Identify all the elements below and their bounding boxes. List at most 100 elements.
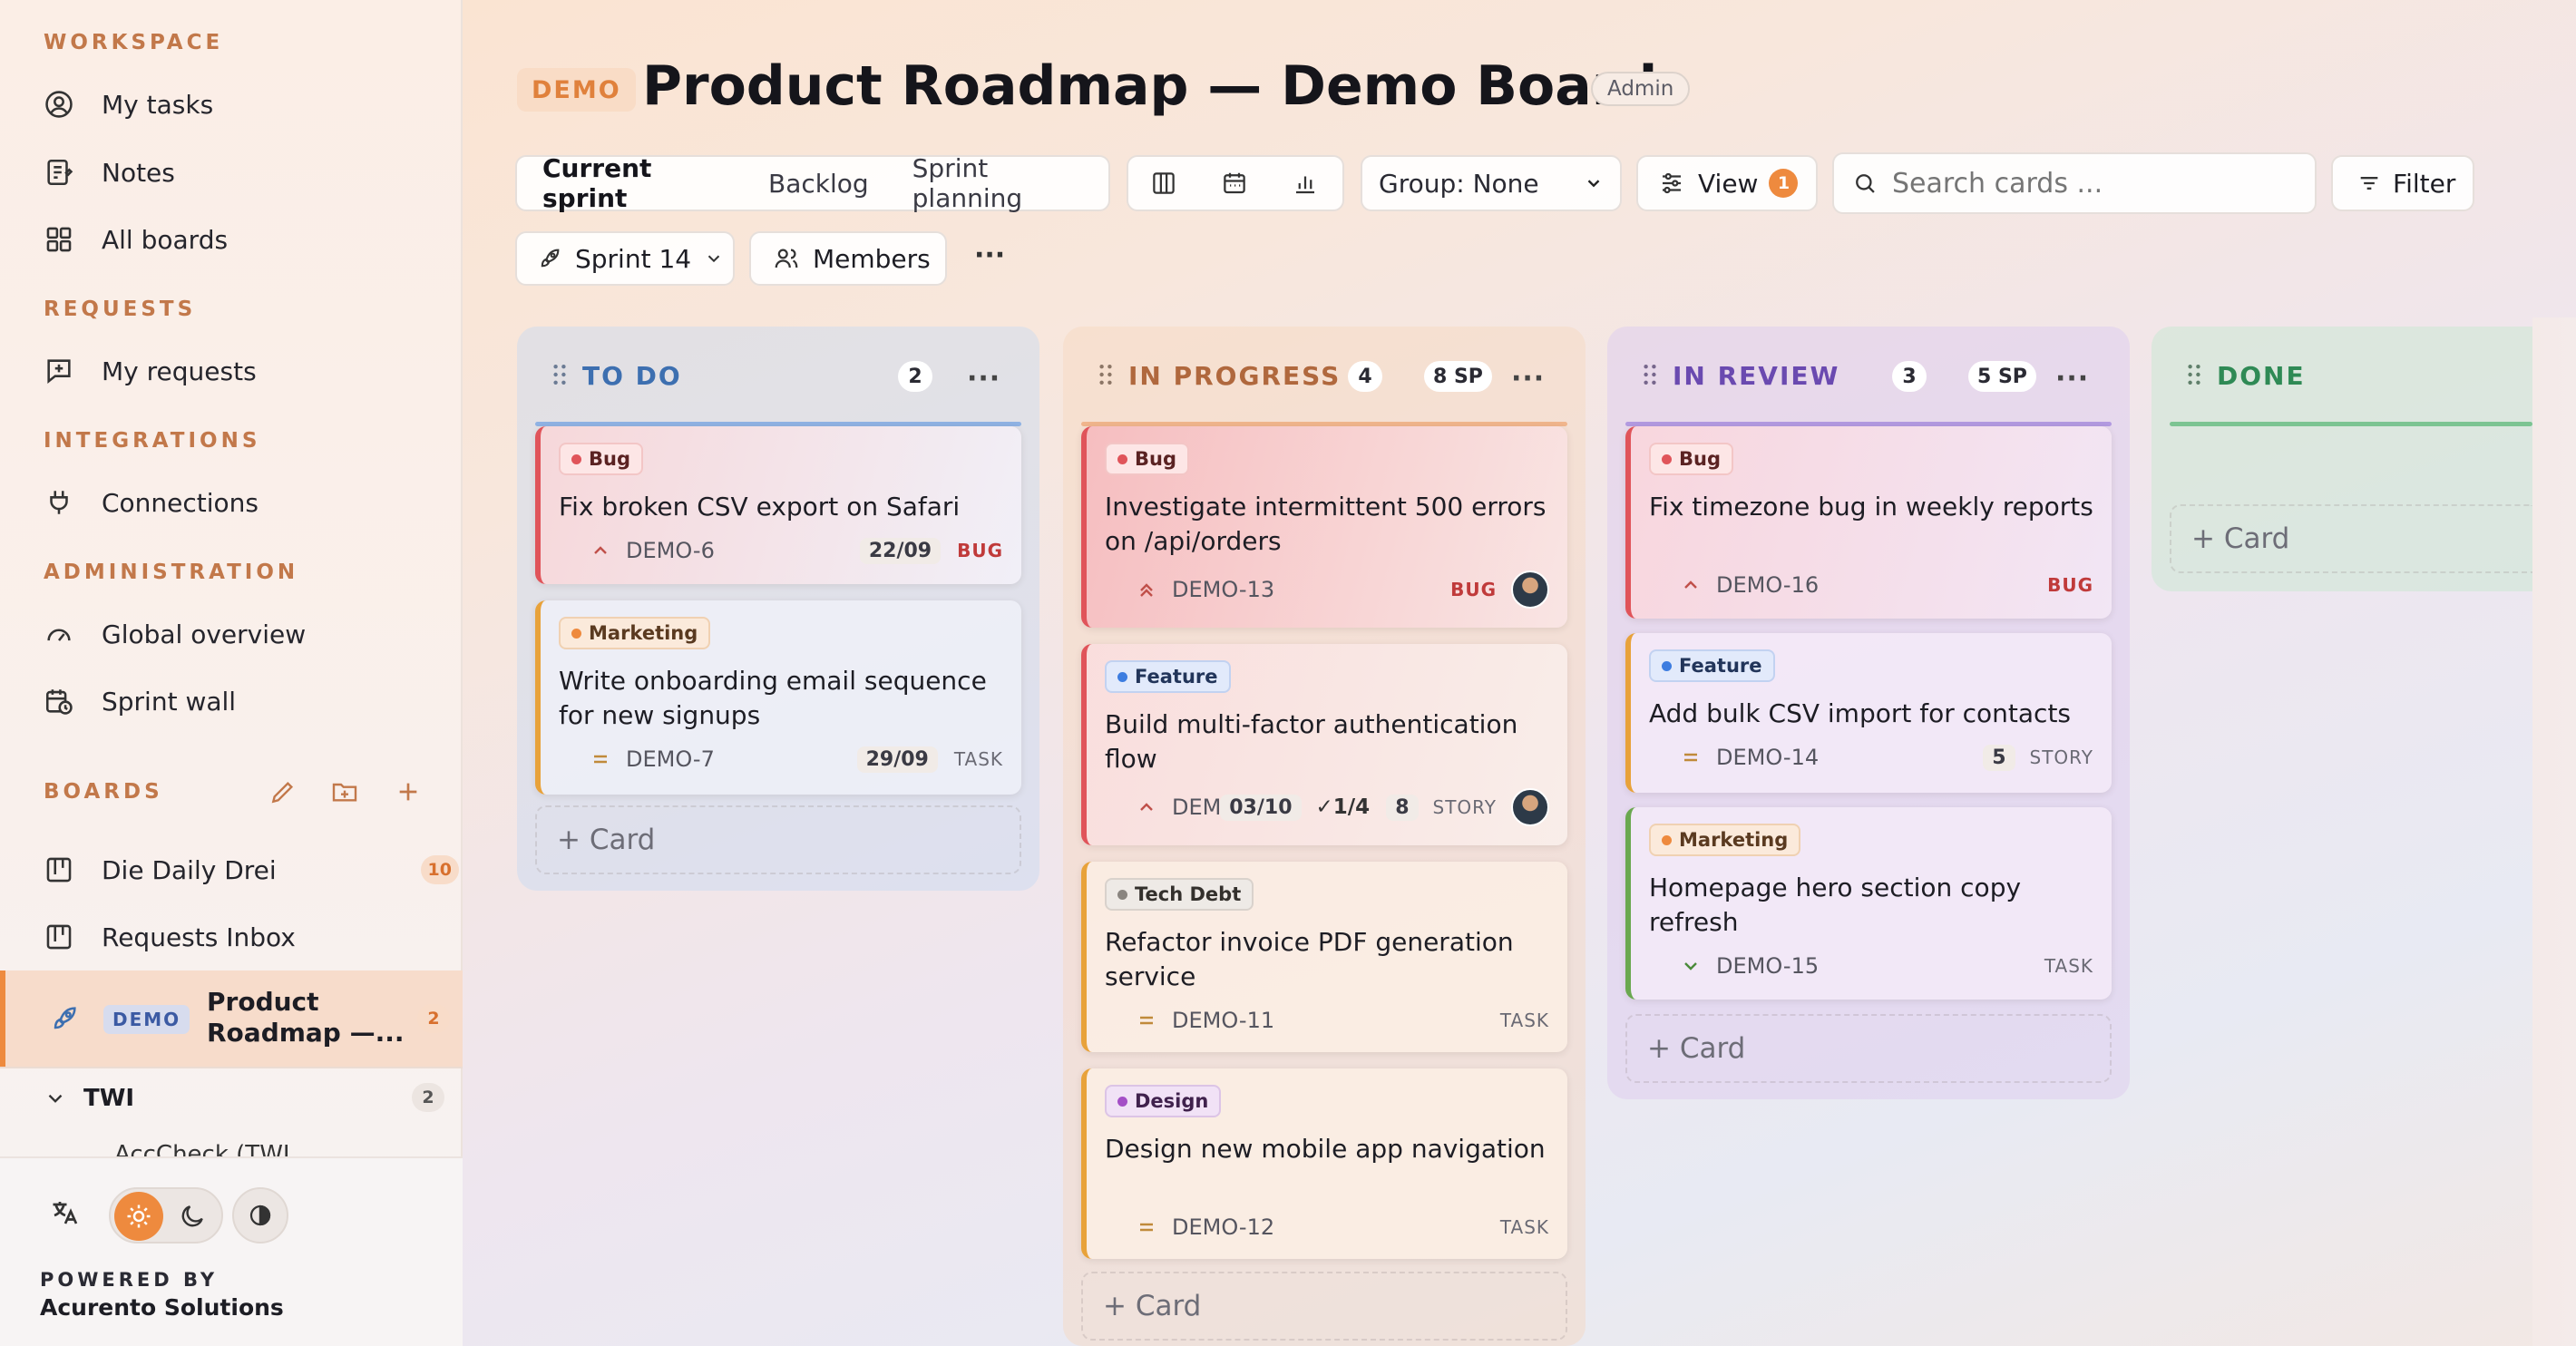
card-demo-15[interactable]: Marketing Homepage hero section copy ref… (1625, 807, 2112, 1000)
column-title: IN PROGRESS (1128, 361, 1342, 391)
tab-sprint-planning[interactable]: Sprint planning (891, 153, 1108, 213)
assignee-avatar[interactable] (1511, 788, 1549, 826)
card-type: TASK (953, 748, 1003, 770)
contrast-button[interactable] (232, 1187, 288, 1244)
column-count-badge: 4 (1348, 361, 1382, 392)
column-menu-button[interactable]: ··· (1511, 363, 1545, 395)
tag-label: Design (1135, 1090, 1209, 1112)
chevron-down-icon (1587, 180, 1600, 188)
label-tag: Feature (1105, 660, 1231, 693)
sprint-selector[interactable]: Sprint 14 (515, 231, 735, 286)
sidebar-item-label: Die Daily Drei (102, 854, 277, 885)
add-card-button[interactable]: + Card (2170, 504, 2532, 573)
tag-dot (1662, 454, 1672, 464)
filter-button[interactable]: Filter (2331, 155, 2474, 211)
group-count-badge: 2 (412, 1083, 444, 1112)
sprint-tabs: Current sprint Backlog Sprint planning (515, 153, 1110, 213)
card-title: Fix broken CSV export on Safari (559, 492, 961, 522)
light-theme-button[interactable] (114, 1192, 163, 1241)
chevron-down-icon (48, 1094, 63, 1103)
card-demo-14[interactable]: Feature Add bulk CSV import for contacts… (1625, 633, 2112, 793)
sidebar-item-my-requests[interactable]: My requests (44, 344, 443, 398)
card-demo-10[interactable]: Feature Build multi-factor authenticatio… (1081, 644, 1567, 845)
card-title: Investigate intermittent 500 errors on /… (1105, 492, 1547, 556)
priority-low-icon (1684, 962, 1697, 970)
board-prefix-badge: DEMO (103, 1005, 190, 1034)
drag-handle-icon[interactable] (2188, 365, 2200, 385)
column-title: DONE (2217, 361, 2306, 391)
sidebar-item-label: Connections (102, 487, 259, 518)
plus-icon[interactable] (394, 777, 423, 806)
sidebar-footer: POWERED BY Acurento Solutions (0, 1156, 463, 1346)
filter-label: Filter (2393, 168, 2456, 199)
tab-backlog[interactable]: Backlog (746, 158, 891, 209)
members-label: Members (813, 243, 931, 274)
card-title: Refactor invoice PDF generation service (1105, 927, 1514, 991)
edit-icon[interactable] (268, 777, 298, 806)
view-options-button[interactable]: View 1 (1636, 155, 1818, 211)
drag-handle-icon[interactable] (1099, 365, 1112, 385)
rocket-icon (54, 1007, 76, 1029)
card-demo-12[interactable]: Design Design new mobile app navigation … (1081, 1068, 1567, 1259)
section-requests: REQUESTS (44, 297, 197, 321)
column-menu-button[interactable]: ··· (2055, 363, 2089, 395)
assignee-avatar[interactable] (1511, 571, 1549, 609)
card-meta: DEMO-7 29/09 TASK (559, 741, 1003, 777)
column-in-review: IN REVIEW 3 5 SP ··· Bug Fix timezone bu… (1607, 327, 2130, 1099)
drag-handle-icon[interactable] (553, 365, 566, 385)
sidebar-item-sprint-wall[interactable]: Sprint wall (44, 674, 443, 728)
moon-icon[interactable] (178, 1202, 207, 1231)
card-key: DEMO-14 (1716, 745, 1820, 770)
card-demo-7[interactable]: Marketing Write onboarding email sequenc… (535, 600, 1021, 795)
chart-view-button[interactable] (1270, 156, 1341, 210)
sidebar-board-requests-inbox[interactable]: Requests Inbox (44, 910, 443, 964)
sidebar-item-global-overview[interactable]: Global overview (44, 607, 443, 661)
card-meta: DEMO-14 5 STORY (1649, 739, 2093, 775)
add-card-button[interactable]: + Card (1625, 1014, 2112, 1083)
column-menu-button[interactable]: ··· (967, 363, 1000, 395)
sidebar-board-product-roadmap[interactable]: DEMO Product Roadmap —... 2 (0, 970, 463, 1067)
sidebar-item-connections[interactable]: Connections (44, 475, 443, 530)
tag-dot (571, 454, 581, 464)
tag-dot (1662, 660, 1672, 671)
card-demo-6[interactable]: Bug Fix broken CSV export on Safari DEMO… (535, 426, 1021, 584)
card-meta: DEMO-16 BUG (1649, 567, 2093, 603)
sidebar-item-my-tasks[interactable]: My tasks (44, 77, 443, 132)
calendar-view-button[interactable] (1199, 156, 1270, 210)
tag-dot (1117, 671, 1127, 682)
sidebar-board-die-daily-drei[interactable]: Die Daily Drei 10 (44, 843, 459, 897)
members-button[interactable]: Members (749, 231, 947, 286)
card-demo-11[interactable]: Tech Debt Refactor invoice PDF generatio… (1081, 862, 1567, 1052)
translate-icon[interactable] (49, 1196, 82, 1229)
card-type: STORY (2029, 746, 2093, 768)
tag-label: Marketing (1679, 829, 1789, 851)
more-options-button[interactable]: ··· (974, 239, 1005, 271)
sidebar-item-all-boards[interactable]: All boards (44, 212, 443, 267)
label-tag: Bug (559, 443, 643, 475)
card-key: DEMO-11 (1172, 1008, 1275, 1033)
tab-current-sprint[interactable]: Current sprint (521, 153, 746, 213)
search-input[interactable] (1892, 167, 2291, 200)
rocket-icon (541, 249, 560, 268)
add-card-button[interactable]: + Card (535, 805, 1021, 874)
card-demo-13[interactable]: Bug Investigate intermittent 500 errors … (1081, 426, 1567, 628)
drag-handle-icon[interactable] (1644, 365, 1656, 385)
board-group-twi[interactable]: TWI 2 AccCheck (TWI (0, 1067, 463, 1168)
user-circle-icon (45, 91, 73, 118)
users-icon (775, 249, 798, 268)
view-mode-switcher (1127, 155, 1344, 211)
card-key: DEMO-6 (626, 538, 715, 563)
tag-label: Bug (589, 448, 630, 470)
notes-icon (47, 159, 73, 186)
group-select[interactable]: Group: None (1361, 155, 1622, 211)
folder-plus-icon[interactable] (330, 777, 359, 806)
board-count-badge: 10 (420, 855, 459, 884)
sidebar-item-notes[interactable]: Notes (44, 145, 443, 200)
grid-icon (46, 227, 72, 252)
card-demo-16[interactable]: Bug Fix timezone bug in weekly reports D… (1625, 426, 2112, 619)
board-icon (46, 857, 72, 883)
view-label: View (1698, 168, 1759, 199)
board-view-button[interactable] (1128, 156, 1199, 210)
card-title: Build multi-factor authentication flow (1105, 709, 1518, 774)
add-card-button[interactable]: + Card (1081, 1272, 1567, 1341)
